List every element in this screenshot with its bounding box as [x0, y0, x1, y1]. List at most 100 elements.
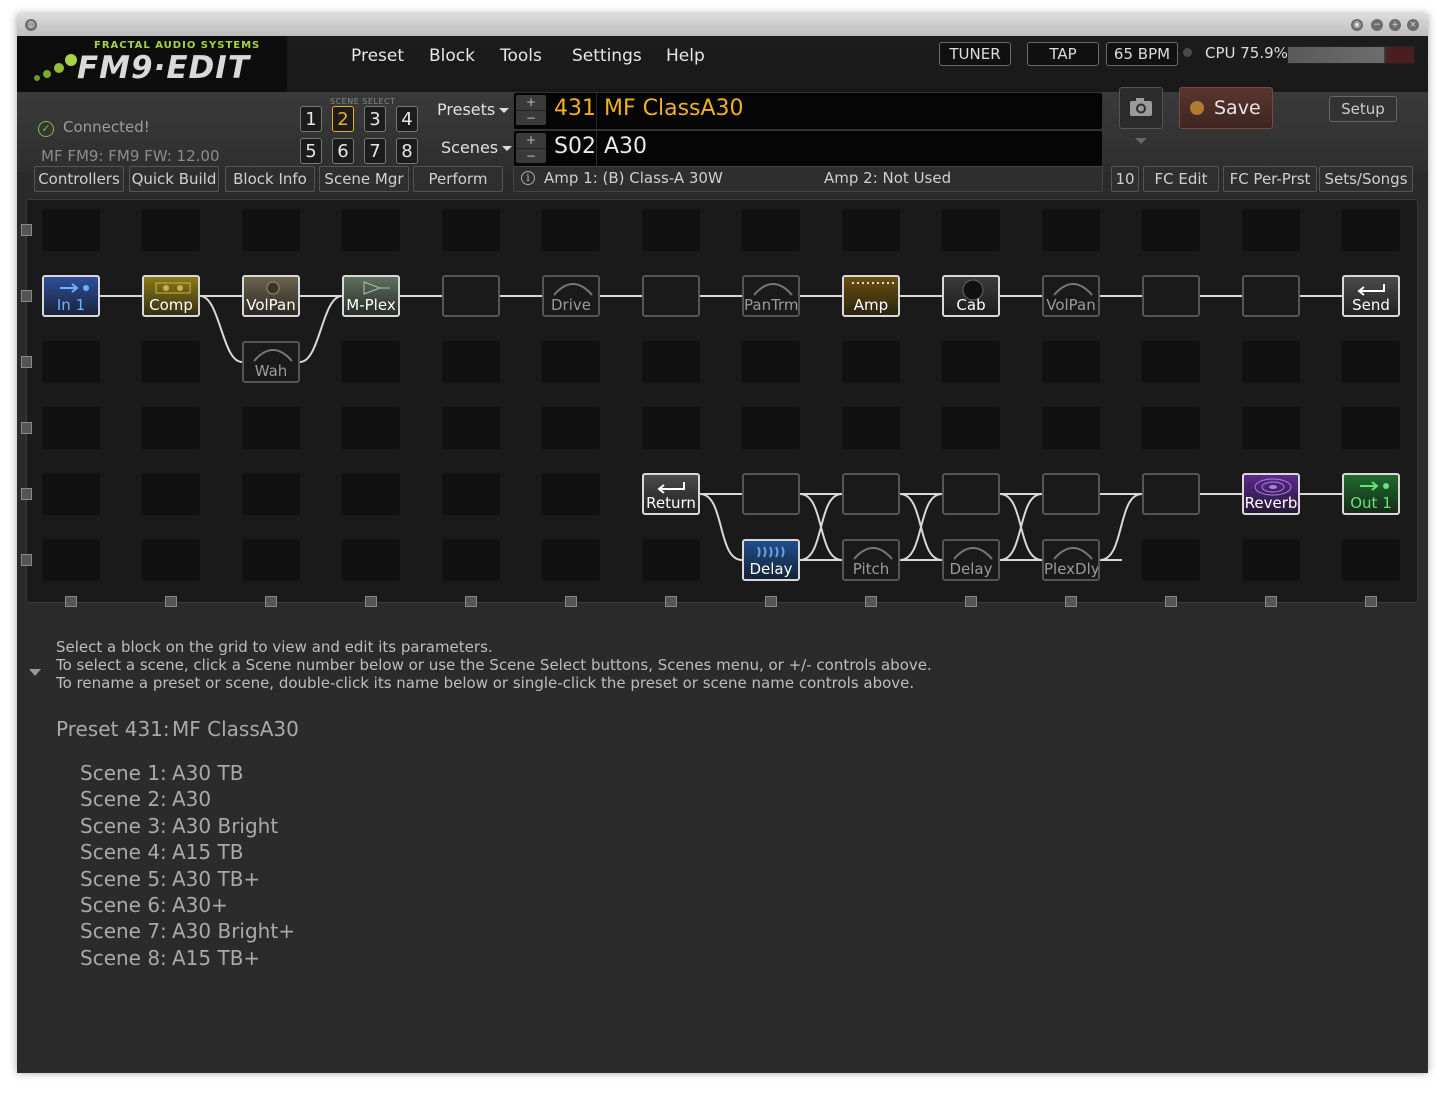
menu-settings[interactable]: Settings: [572, 46, 642, 66]
tab-fc-per-preset[interactable]: FC Per-Prst: [1223, 166, 1317, 192]
grid-cell[interactable]: [942, 209, 1000, 251]
grid-cell[interactable]: [1042, 407, 1100, 449]
grid-cell[interactable]: [1342, 341, 1400, 383]
grid-cell[interactable]: [542, 473, 600, 515]
grid-cell[interactable]: [442, 539, 500, 581]
block-wah[interactable]: Wah: [242, 341, 300, 383]
row-handle[interactable]: [21, 554, 32, 566]
grid-cell[interactable]: [342, 539, 400, 581]
scene-button-7[interactable]: 7: [364, 138, 386, 164]
scene-button-1[interactable]: 1: [300, 106, 322, 132]
grid-cell[interactable]: [542, 209, 600, 251]
grid-cell[interactable]: [942, 341, 1000, 383]
screenshot-button[interactable]: [1119, 87, 1163, 129]
scene-name[interactable]: A30: [604, 134, 647, 159]
scene-list-item[interactable]: Scene 7: A30 Bright+: [80, 919, 295, 943]
grid-cell[interactable]: [1242, 209, 1300, 251]
grid-cell[interactable]: [842, 407, 900, 449]
shunt-block[interactable]: [1242, 275, 1300, 317]
block-pantrm[interactable]: PanTrm: [742, 275, 800, 317]
grid-cell[interactable]: [1142, 539, 1200, 581]
column-handle[interactable]: [1365, 596, 1377, 607]
column-handle[interactable]: [765, 596, 777, 607]
grid-cell[interactable]: [442, 209, 500, 251]
scene-button-3[interactable]: 3: [364, 106, 386, 132]
grid-cell[interactable]: [642, 341, 700, 383]
grid-cell[interactable]: [142, 407, 200, 449]
grid-cell[interactable]: [642, 209, 700, 251]
tab-block-info[interactable]: Block Info: [225, 166, 315, 192]
grid-cell[interactable]: [442, 473, 500, 515]
scene-list-item[interactable]: Scene 4: A15 TB: [80, 840, 243, 864]
block-in-1[interactable]: In 1: [42, 275, 100, 317]
shunt-block[interactable]: [742, 473, 800, 515]
scene-list-item[interactable]: Scene 3: A30 Bright: [80, 814, 278, 838]
grid-cell[interactable]: [1042, 341, 1100, 383]
tuner-button[interactable]: TUNER: [939, 42, 1011, 66]
grid-cell[interactable]: [1142, 407, 1200, 449]
grid-cell[interactable]: [842, 341, 900, 383]
block-volpan[interactable]: VolPan: [1042, 275, 1100, 317]
block-plexdly[interactable]: PlexDly: [1042, 539, 1100, 581]
presets-dropdown[interactable]: Presets: [437, 100, 510, 119]
scene-list-item[interactable]: Scene 2: A30: [80, 787, 211, 811]
minimize-icon[interactable]: −: [1371, 19, 1383, 31]
menu-block[interactable]: Block: [429, 46, 475, 66]
shunt-block[interactable]: [642, 275, 700, 317]
menu-help[interactable]: Help: [666, 46, 705, 66]
block-delay[interactable]: Delay: [942, 539, 1000, 581]
bpm-display[interactable]: 65 BPM: [1106, 42, 1178, 66]
grid-cell[interactable]: [142, 209, 200, 251]
grid-cell[interactable]: [1342, 209, 1400, 251]
scene-button-8[interactable]: 8: [396, 138, 418, 164]
scene-button-4[interactable]: 4: [396, 106, 418, 132]
preset-name-control[interactable]: + − 431 MF ClassA30: [513, 92, 1103, 130]
column-handle[interactable]: [665, 596, 677, 607]
routing-grid[interactable]: In 1 Comp VolPan M-Plex Wah Drive PanTrm Amp Cab…: [26, 199, 1418, 603]
minus-icon[interactable]: −: [516, 149, 546, 164]
grid-cell[interactable]: [1242, 407, 1300, 449]
pin-icon[interactable]: ◉: [1351, 19, 1363, 31]
block-return[interactable]: Return: [642, 473, 700, 515]
grid-cell[interactable]: [1342, 539, 1400, 581]
minus-icon[interactable]: −: [516, 111, 546, 126]
column-handle[interactable]: [1265, 596, 1277, 607]
column-handle[interactable]: [965, 596, 977, 607]
grid-cell[interactable]: [1142, 341, 1200, 383]
tab-perform[interactable]: Perform: [413, 166, 503, 192]
block-comp[interactable]: Comp: [142, 275, 200, 317]
column-handle[interactable]: [1165, 596, 1177, 607]
tab-fc-edit[interactable]: FC Edit: [1143, 166, 1219, 192]
block-delay[interactable]: Delay: [742, 539, 800, 581]
grid-cell[interactable]: [1342, 407, 1400, 449]
grid-cell[interactable]: [242, 407, 300, 449]
grid-cell[interactable]: [742, 341, 800, 383]
scene-button-6[interactable]: 6: [332, 138, 354, 164]
grid-cell[interactable]: [342, 407, 400, 449]
row-handle[interactable]: [21, 422, 32, 434]
grid-cell[interactable]: [642, 539, 700, 581]
preset-stepper[interactable]: + −: [516, 95, 546, 125]
grid-cell[interactable]: [342, 341, 400, 383]
scene-list-item[interactable]: Scene 1: A30 TB: [80, 761, 243, 785]
tap-button[interactable]: TAP: [1027, 42, 1099, 66]
scene-name-control[interactable]: + − S02 A30: [513, 130, 1103, 168]
grid-cell[interactable]: [42, 209, 100, 251]
app-menu-icon[interactable]: ◍: [25, 19, 37, 31]
row-handle[interactable]: [21, 488, 32, 500]
block-m-plex[interactable]: M-Plex: [342, 275, 400, 317]
grid-cell[interactable]: [742, 209, 800, 251]
grid-cell[interactable]: [42, 539, 100, 581]
grid-cell[interactable]: [242, 539, 300, 581]
block-amp[interactable]: Amp: [842, 275, 900, 317]
menu-tools[interactable]: Tools: [500, 46, 542, 66]
scenes-dropdown[interactable]: Scenes: [441, 138, 513, 157]
grid-cell[interactable]: [442, 341, 500, 383]
menu-preset[interactable]: Preset: [351, 46, 404, 66]
grid-cell[interactable]: [1142, 209, 1200, 251]
grid-cell[interactable]: [742, 407, 800, 449]
column-handle[interactable]: [1065, 596, 1077, 607]
column-handle[interactable]: [865, 596, 877, 607]
column-handle[interactable]: [565, 596, 577, 607]
shunt-block[interactable]: [942, 473, 1000, 515]
